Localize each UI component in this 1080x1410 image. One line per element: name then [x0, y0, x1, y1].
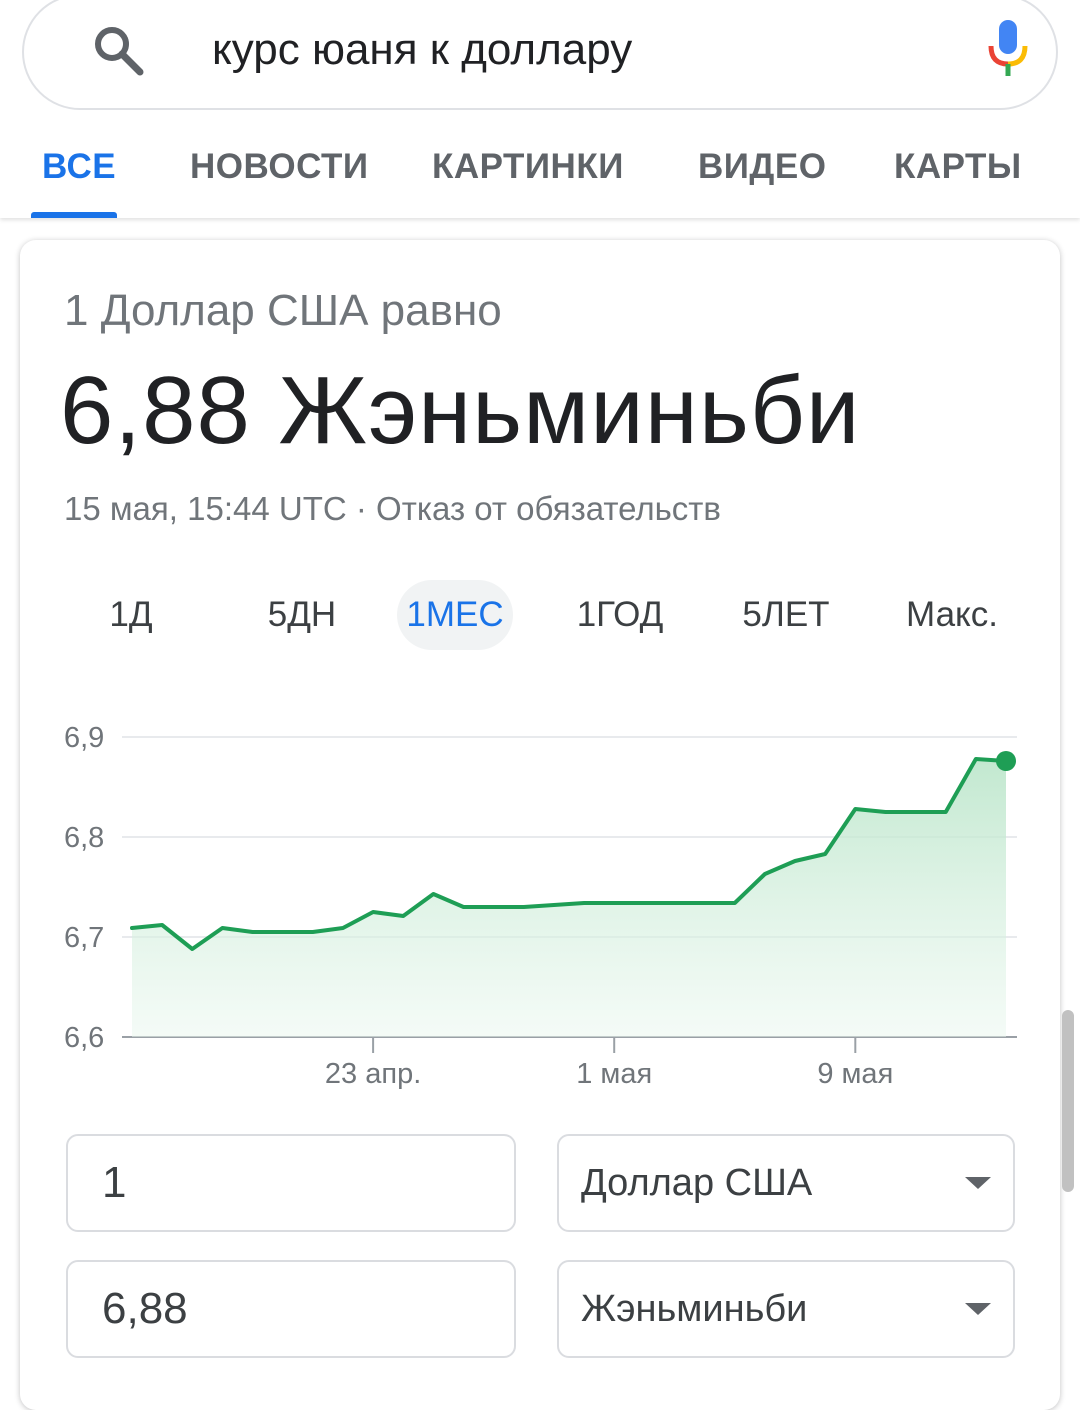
chart-point — [160, 923, 164, 927]
currency-from-label: Доллар США — [581, 1161, 813, 1204]
currency-from-select[interactable]: Доллар США — [557, 1134, 1015, 1232]
chart-point — [733, 901, 737, 905]
range-1y[interactable]: 1ГОД — [560, 580, 680, 650]
range-5y[interactable]: 5ЛЕТ — [726, 580, 846, 650]
rate-timestamp: 15 мая, 15:44 UTC — [64, 490, 347, 527]
disclaimer-link[interactable]: Отказ от обязательств — [376, 490, 721, 527]
y-axis-label: 6,7 — [64, 922, 104, 954]
chart-point — [371, 910, 375, 914]
chart-endpoint-marker — [996, 751, 1016, 771]
x-axis-label: 1 мая — [576, 1058, 652, 1090]
chart-point — [552, 903, 556, 907]
dropdown-arrow-icon — [965, 1303, 991, 1315]
chart-point — [130, 926, 134, 930]
chart-point — [944, 810, 948, 814]
chart-point — [612, 901, 616, 905]
range-1d[interactable]: 1Д — [86, 580, 176, 650]
chart-point — [462, 905, 466, 909]
chart-point — [522, 905, 526, 909]
chart-point — [220, 926, 224, 930]
chart-point — [763, 872, 767, 876]
x-axis-label: 23 апр. — [325, 1058, 421, 1090]
currency-to-label: Жэньминьби — [581, 1287, 808, 1330]
tab-news[interactable]: НОВОСТИ — [190, 146, 369, 188]
microphone-icon[interactable] — [982, 16, 1034, 80]
chart-point — [672, 901, 676, 905]
dropdown-arrow-icon — [965, 1177, 991, 1189]
chart-point — [853, 807, 857, 811]
y-axis-label: 6,9 — [64, 722, 104, 754]
y-axis-label: 6,6 — [64, 1022, 104, 1054]
chart-point — [492, 905, 496, 909]
chart-point — [914, 810, 918, 814]
tab-maps[interactable]: КАРТЫ — [894, 146, 1022, 188]
search-input[interactable]: курс юаня к доллару — [212, 22, 632, 78]
chart-point — [311, 930, 315, 934]
chart-point — [431, 892, 435, 896]
range-max[interactable]: Макс. — [892, 580, 1012, 650]
chart-point — [703, 901, 707, 905]
exchange-rate-chart[interactable]: 6,6 6,7 6,8 6,9 23 апр. 1 мая 9 мая — [20, 680, 1060, 1100]
chart-point — [823, 852, 827, 856]
currency-to-select[interactable]: Жэньминьби — [557, 1260, 1015, 1358]
chart-point — [793, 859, 797, 863]
chart-point — [974, 757, 978, 761]
conversion-subtitle: 1 Доллар США равно — [64, 286, 502, 335]
chart-point — [642, 901, 646, 905]
tab-images[interactable]: КАРТИНКИ — [432, 146, 624, 188]
separator: · — [346, 490, 377, 527]
chart-point — [281, 930, 285, 934]
chart-point — [251, 930, 255, 934]
chart-svg: 6,6 6,7 6,8 6,9 23 апр. 1 мая 9 мая — [64, 722, 1017, 1090]
time-range-selector: 1Д 5ДН 1МЕС 1ГОД 5ЛЕТ Макс. — [20, 580, 1060, 650]
search-icon[interactable] — [90, 22, 146, 78]
chart-point — [582, 901, 586, 905]
exchange-rate: 6,88 Жэньминьби — [60, 357, 861, 464]
chart-point — [401, 914, 405, 918]
range-1m[interactable]: 1МЕС — [397, 580, 513, 650]
chart-point — [190, 947, 194, 951]
chart-area-fill — [132, 759, 1006, 1037]
search-tabs: ВСЕ НОВОСТИ КАРТИНКИ ВИДЕО КАРТЫ — [0, 130, 1080, 218]
amount-from-input[interactable]: 1 — [66, 1134, 516, 1232]
search-bar[interactable]: курс юаня к доллару — [22, 0, 1058, 110]
active-tab-indicator — [31, 212, 117, 218]
search-header: курс юаня к доллару ВСЕ НОВОСТИ КАРТИНКИ… — [0, 0, 1080, 218]
y-axis-label: 6,8 — [64, 822, 104, 854]
page-scrollbar[interactable] — [1062, 1010, 1074, 1192]
tab-all[interactable]: ВСЕ — [42, 146, 116, 188]
rate-timestamp-line: 15 мая, 15:44 UTC · Отказ от обязательст… — [64, 488, 721, 530]
x-axis-label: 9 мая — [817, 1058, 893, 1090]
range-5d[interactable]: 5ДН — [242, 580, 362, 650]
amount-to-input[interactable]: 6,88 — [66, 1260, 516, 1358]
chart-point — [341, 926, 345, 930]
currency-converter-card: 1 Доллар США равно 6,88 Жэньминьби 15 ма… — [20, 240, 1060, 1410]
chart-point — [883, 810, 887, 814]
tab-video[interactable]: ВИДЕО — [698, 146, 826, 188]
